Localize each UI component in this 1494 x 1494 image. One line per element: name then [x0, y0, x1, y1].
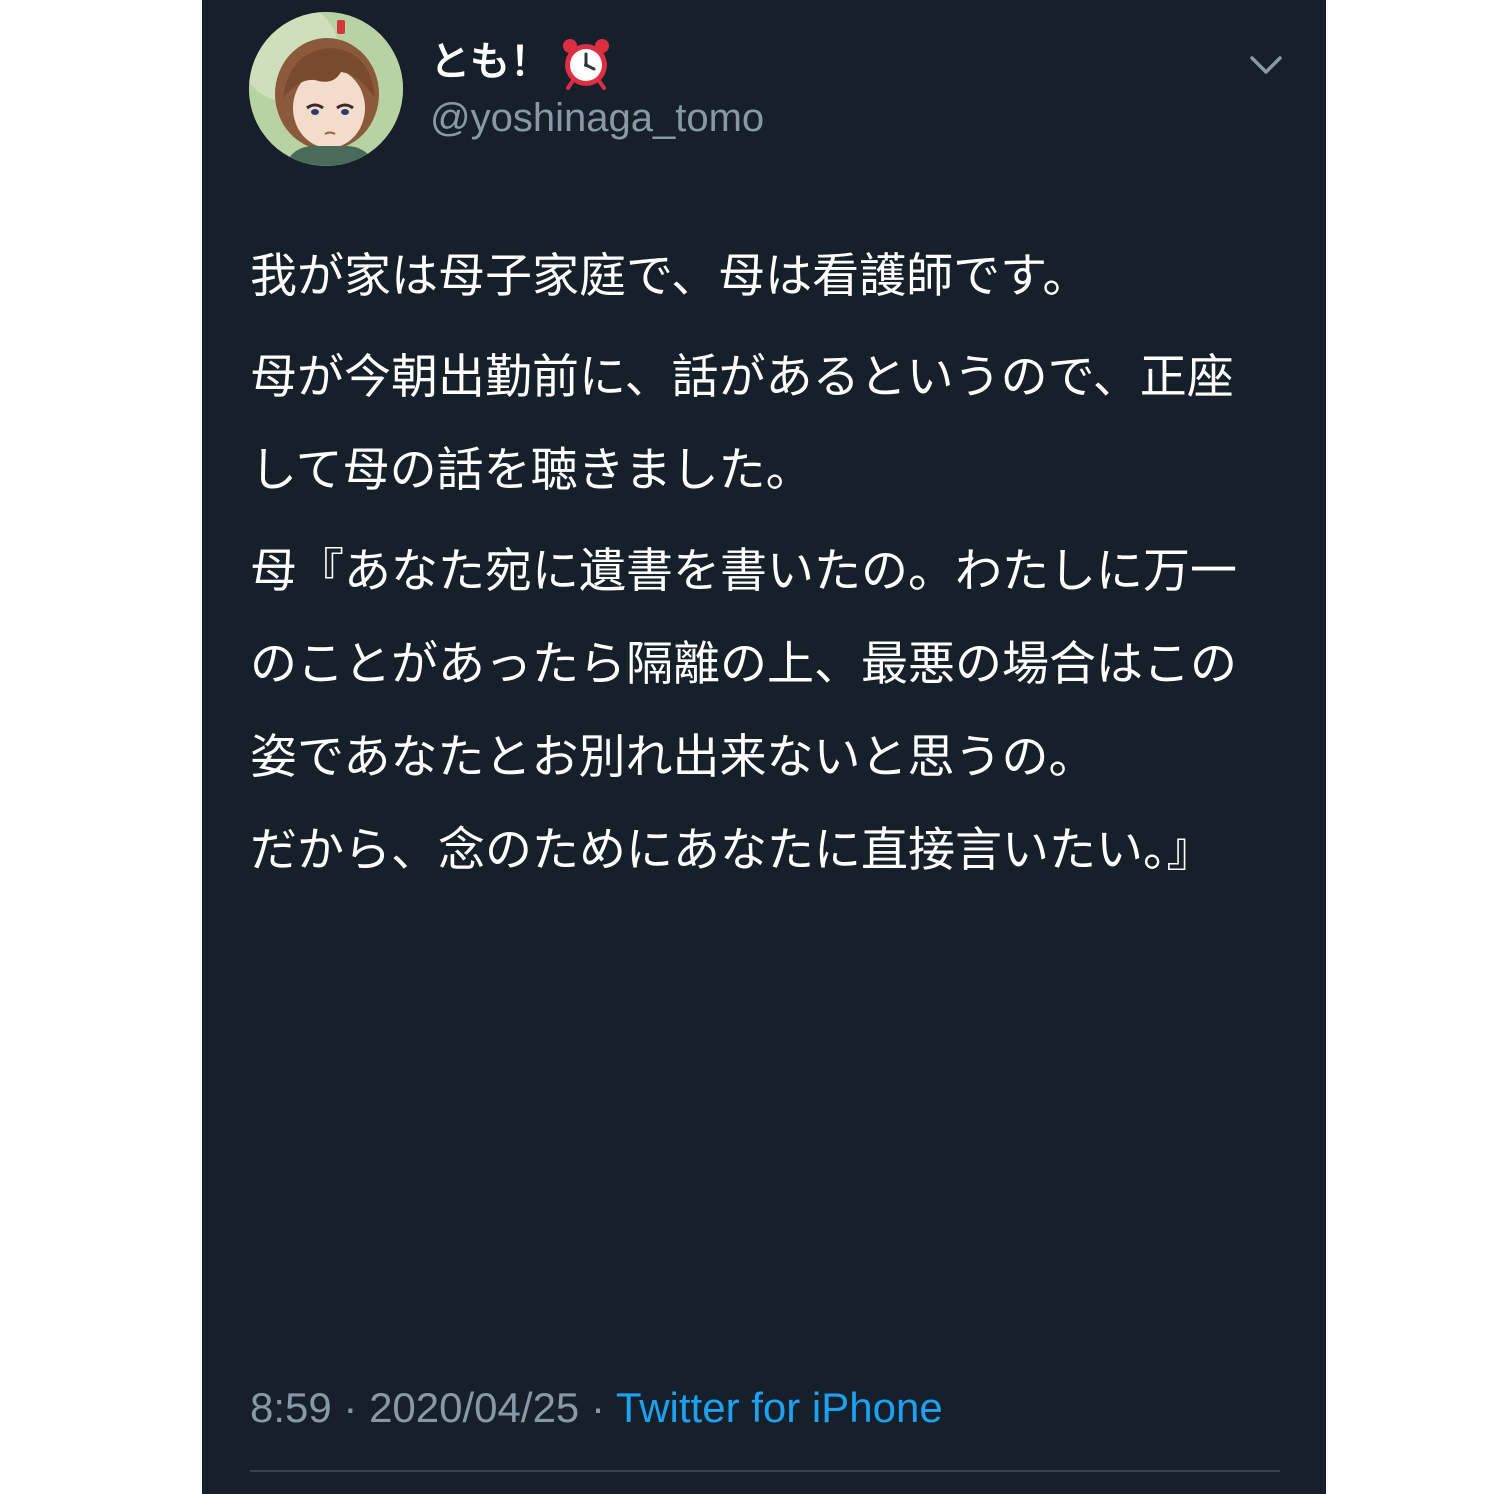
chevron-down-icon[interactable] — [1246, 48, 1286, 84]
divider — [250, 1470, 1280, 1472]
user-handle[interactable]: @yoshinaga_tomo — [430, 92, 764, 144]
meta-separator: · — [343, 1384, 370, 1431]
tweet-source-link[interactable]: Twitter for iPhone — [616, 1384, 943, 1431]
display-name[interactable]: とも！ — [430, 34, 550, 90]
tweet-text: 我が家は母子家庭で、母は看護師です。 母が今朝出勤前に、話があるというので、正座… — [250, 230, 1250, 905]
tweet-paragraph: 我が家は母子家庭で、母は看護師です。 — [250, 249, 1090, 304]
tweet-time: 8:59 — [250, 1384, 332, 1431]
avatar[interactable] — [249, 12, 403, 166]
avatar-illustration — [249, 12, 403, 166]
tweet-paragraph: 母が今朝出勤前に、話があるというので、正座して母の話を聴きました。 — [250, 350, 1234, 498]
tweet-paragraph: 母『あなた宛に遺書を書いたの。わたしに万一のことがあったら隔離の上、最悪の場合は… — [250, 544, 1237, 878]
display-name-row[interactable]: とも！ — [430, 34, 614, 90]
meta-separator: · — [590, 1384, 616, 1431]
tweet-panel: とも！ @yoshinaga_tomo 我が家は母子家庭で、母は看護師です。 母… — [202, 0, 1326, 1494]
alarm-clock-icon — [563, 39, 609, 90]
tweet-meta: 8:59 · 2020/04/25 · Twitter for iPhone — [250, 1380, 943, 1436]
tweet-date: 2020/04/25 — [369, 1384, 580, 1431]
